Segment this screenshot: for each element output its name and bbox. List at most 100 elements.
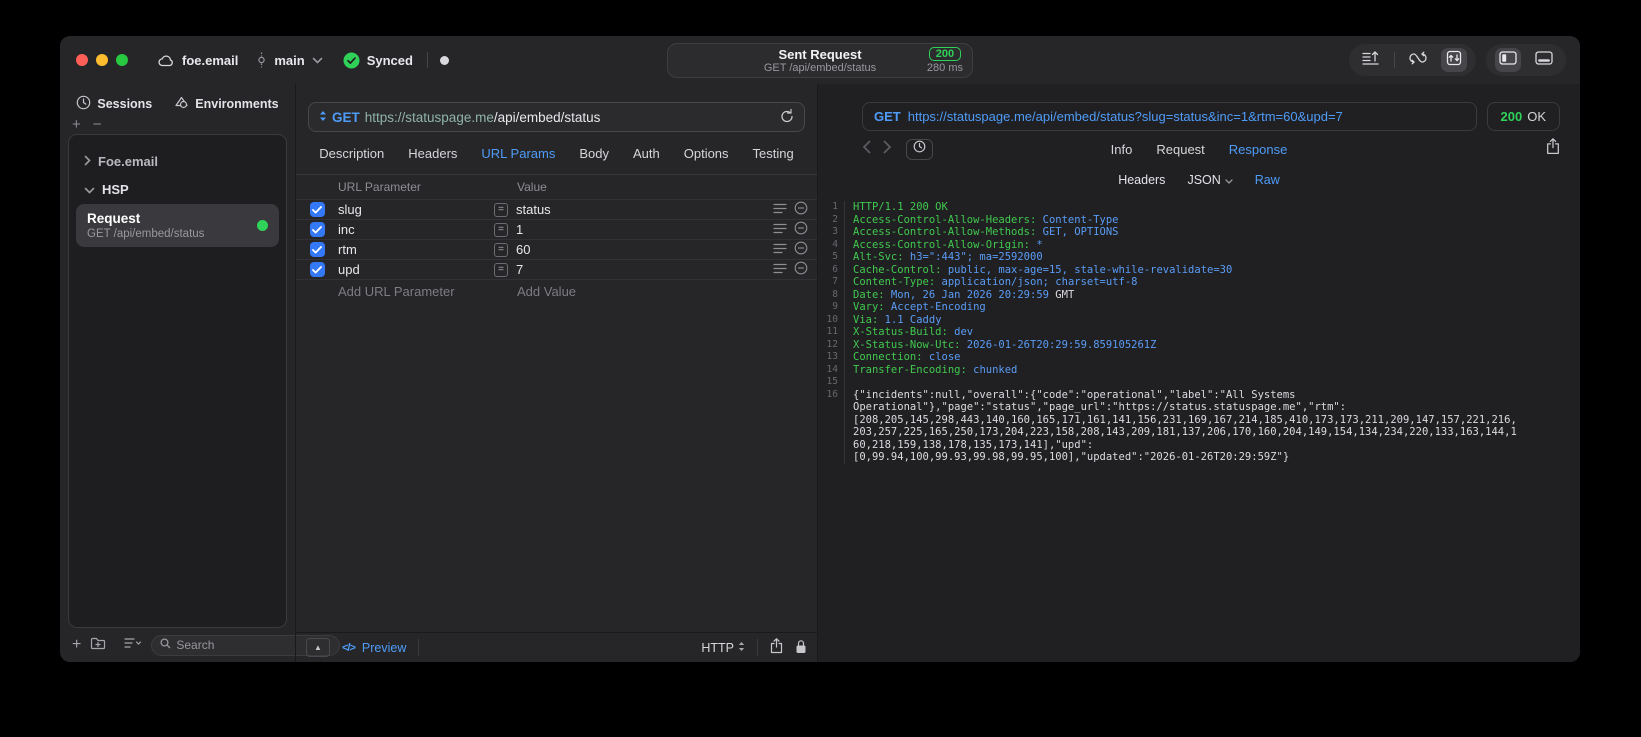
param-checkbox[interactable] [309, 222, 325, 237]
sent-request-title: Sent Request [778, 46, 862, 62]
sync-loop-button[interactable] [1405, 48, 1431, 72]
add-param-value[interactable]: Add Value [494, 284, 817, 299]
param-name-field[interactable]: upd [338, 262, 494, 277]
param-value-field[interactable]: 1 [516, 222, 523, 237]
line-number [818, 439, 844, 452]
response-body[interactable]: 1 HTTP/1.1 200 OK 2 Access-Control-Allow-He… [818, 193, 1580, 662]
syntax-segment: Connection: [853, 351, 923, 363]
param-checkbox[interactable] [309, 242, 325, 257]
param-value-field[interactable]: status [516, 202, 551, 217]
response-line: 8 Date: Mon, 26 Jan 2026 20:29:59 GMT [818, 288, 1580, 301]
tree-group-hsp[interactable]: HSP [74, 175, 281, 203]
response-line: 16 {"incidents":null,"overall":{"code":"o… [818, 388, 1580, 401]
response-line: 10 Via: 1.1 Caddy [818, 313, 1580, 326]
collapse-panel-button[interactable]: ▲ [306, 638, 330, 657]
syntax-segment: {"incidents":null,"overall":{"code":"ope… [853, 388, 1296, 401]
param-value-cell[interactable]: = 7 [494, 262, 773, 277]
response-url: https://statuspage.me/api/embed/status?s… [907, 109, 1343, 124]
param-row-actions [773, 221, 817, 238]
param-row-actions [773, 261, 817, 278]
add-param-name[interactable]: Add URL Parameter [338, 284, 494, 299]
tab-headers[interactable]: Headers [408, 146, 457, 161]
param-value-field[interactable]: 7 [516, 262, 523, 277]
app-window: foe.email main Synced Sent Request GET /… [60, 36, 1580, 662]
param-name-field[interactable]: rtm [338, 242, 494, 257]
request-editor-panel: GET https://statuspage.me/api/embed/stat… [295, 84, 818, 662]
syntax-segment: Mon, 26 Jan 2026 20:29:59 [884, 288, 1049, 301]
row-menu-icon[interactable] [773, 262, 787, 277]
request-status-dot [257, 220, 268, 231]
import-export-button[interactable] [1358, 48, 1384, 72]
row-menu-icon[interactable] [773, 242, 787, 257]
chevron-down-icon [84, 182, 95, 197]
tab-options[interactable]: Options [684, 146, 729, 161]
response-line: 14 Transfer-Encoding: chunked [818, 363, 1580, 376]
tree-group-foe-email[interactable]: Foe.email [74, 147, 281, 175]
tree-group-label: Foe.email [98, 153, 158, 169]
request-response-toggle-button[interactable] [1441, 48, 1467, 72]
param-checkbox[interactable] [309, 202, 325, 217]
response-url-box[interactable]: GET https://statuspage.me/api/embed/stat… [862, 102, 1477, 131]
param-value-cell[interactable]: = status [494, 202, 773, 217]
zoom-window-button[interactable] [116, 54, 128, 66]
sidebar-tab-sessions[interactable]: Sessions [76, 95, 152, 113]
request-url-bar[interactable]: GET https://statuspage.me/api/embed/stat… [308, 102, 805, 132]
row-menu-icon[interactable] [773, 202, 787, 217]
tab-testing[interactable]: Testing [753, 146, 794, 161]
remove-param-icon[interactable] [794, 201, 808, 218]
format-tab-json[interactable]: JSON [1187, 173, 1233, 187]
add-param-row[interactable]: Add URL Parameter Add Value [296, 279, 817, 303]
line-content: HTTP/1.1 200 OK [844, 201, 1580, 214]
layout-sidebar-button[interactable] [1495, 48, 1521, 72]
project-cluster[interactable]: foe.email [158, 53, 238, 68]
close-window-button[interactable] [76, 54, 88, 66]
param-value-cell[interactable]: = 60 [494, 242, 773, 257]
response-format-tabs: Headers JSON Raw [818, 167, 1580, 193]
tab-body[interactable]: Body [579, 146, 609, 161]
param-value-field[interactable]: 60 [516, 242, 530, 257]
sort-filter-button[interactable] [124, 636, 142, 654]
sync-status[interactable]: Synced [343, 52, 413, 69]
new-request-button[interactable]: + [72, 637, 81, 653]
remove-session-button[interactable]: − [93, 117, 102, 132]
param-name-field[interactable]: slug [338, 202, 494, 217]
branch-selector[interactable]: main [256, 52, 323, 68]
minimize-window-button[interactable] [96, 54, 108, 66]
request-url[interactable]: https://statuspage.me/api/embed/status [365, 110, 601, 125]
sidebar-item-request[interactable]: Request GET /api/embed/status [76, 204, 279, 247]
lock-button[interactable] [795, 639, 807, 657]
format-tab-raw[interactable]: Raw [1255, 173, 1280, 187]
row-menu-icon[interactable] [773, 222, 787, 237]
sidebar-tab-environments[interactable]: Environments [174, 95, 279, 113]
param-checkbox[interactable] [309, 262, 325, 277]
syntax-segment: h3=":443"; ma=2592000 [903, 251, 1043, 263]
preview-button[interactable]: </> Preview [342, 641, 406, 655]
syntax-segment: Date: [853, 288, 885, 301]
response-tab-info[interactable]: Info [1111, 142, 1133, 157]
layout-bottombar-button[interactable] [1531, 48, 1557, 72]
param-name-field[interactable]: inc [338, 222, 494, 237]
request-method[interactable]: GET [332, 110, 360, 125]
response-tab-response[interactable]: Response [1229, 142, 1288, 157]
protocol-selector[interactable]: HTTP [701, 641, 745, 655]
tab-url-params[interactable]: URL Params [481, 146, 555, 161]
new-folder-button[interactable] [90, 636, 106, 655]
remove-param-icon[interactable] [794, 241, 808, 258]
format-tab-label: Headers [1118, 173, 1166, 187]
syntax-segment: 2026-01-26T20:29:59.859105261Z [960, 338, 1157, 351]
remove-param-icon[interactable] [794, 261, 808, 278]
remove-param-icon[interactable] [794, 221, 808, 238]
tab-description[interactable]: Description [319, 146, 384, 161]
request-status-capsule[interactable]: Sent Request GET /api/embed/status 200 2… [667, 43, 973, 78]
format-tab-headers[interactable]: Headers [1118, 173, 1165, 187]
response-tab-request[interactable]: Request [1156, 142, 1204, 157]
tab-auth[interactable]: Auth [633, 146, 660, 161]
line-number [818, 401, 844, 414]
resend-request-button[interactable] [780, 108, 794, 126]
share-button[interactable] [770, 638, 783, 657]
format-tab-label: Raw [1254, 173, 1280, 187]
tools-group [1349, 44, 1476, 76]
param-value-cell[interactable]: = 1 [494, 222, 773, 237]
add-session-button[interactable]: + [72, 117, 81, 132]
response-line: 3 Access-Control-Allow-Methods: GET, OPTI… [818, 226, 1580, 239]
